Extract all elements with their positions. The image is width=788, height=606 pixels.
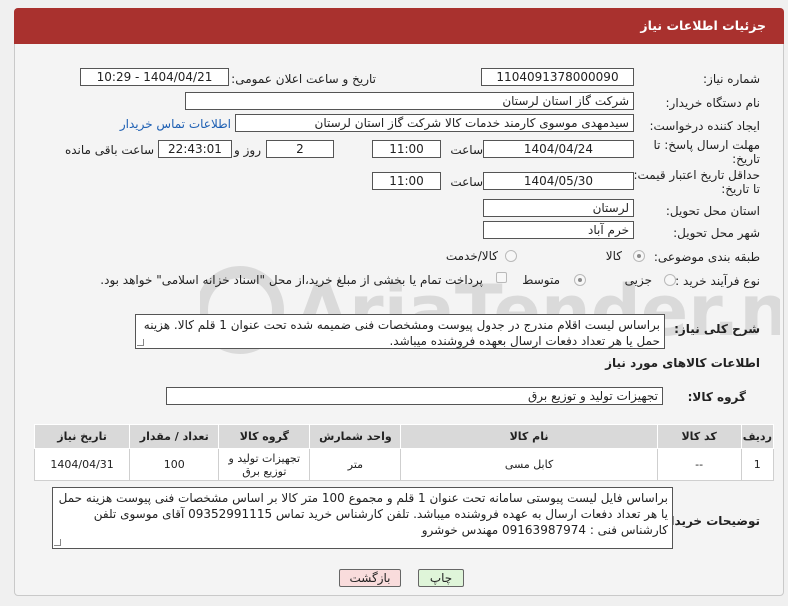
buyer-org-field: شرکت گاز استان لرستان [185, 92, 634, 110]
price-validity-label-1: حداقل تاریخ اعتبار قیمت: [633, 168, 760, 182]
col-row-number: ردیف [740, 424, 775, 449]
cell-item-group: تجهیزات تولید و توزیع برق [218, 448, 311, 481]
process-minor-label: جزیی [624, 273, 652, 287]
buyer-notes-resize-handle[interactable] [54, 539, 61, 546]
back-button[interactable]: بازگشت [339, 569, 401, 587]
requester-label: ایجاد کننده درخواست: [649, 119, 760, 133]
price-validity-date-field: 1404/05/30 [483, 172, 634, 190]
goods-group-label: گروه کالا: [687, 390, 746, 404]
category-label: طبقه بندی موضوعی: [653, 250, 760, 264]
description-resize-handle[interactable] [137, 339, 144, 346]
process-minor-radio[interactable] [664, 274, 676, 286]
need-number-label: شماره نیاز: [703, 72, 760, 86]
col-unit: واحد شمارش [309, 424, 402, 449]
description-textarea: براساس لیست اقلام مندرج در جدول پیوست وم… [135, 314, 665, 349]
delivery-city-label: شهر محل تحویل: [673, 226, 760, 240]
category-goods-service-radio[interactable] [505, 250, 517, 262]
header-bar: جزئیات اطلاعات نیاز [14, 8, 784, 44]
category-goods-service-label: کالا/خدمت [445, 249, 498, 263]
response-deadline-label-1: مهلت ارسال پاسخ: تا [653, 138, 760, 152]
cell-item-code: -- [656, 448, 742, 481]
buyer-org-label: نام دستگاه خریدار: [665, 96, 761, 110]
price-validity-label-2: تا تاریخ: [721, 182, 760, 196]
cell-need-date: 1404/04/31 [33, 448, 131, 481]
col-need-date: تاریخ نیاز [33, 424, 131, 449]
print-button[interactable]: چاپ [418, 569, 464, 587]
treasury-bonds-note: پرداخت تمام یا بخشی از مبلغ خرید،از محل … [100, 273, 483, 287]
buyer-contact-link[interactable]: اطلاعات تماس خریدار [120, 117, 231, 131]
response-date-field: 1404/04/24 [483, 140, 634, 158]
requester-field: سیدمهدی موسوی کارمند خدمات کالا شرکت گاز… [235, 114, 634, 132]
process-medium-label: متوسط [522, 273, 560, 287]
delivery-city-field: خرم آباد [483, 221, 634, 239]
col-quantity: تعداد / مقدار [129, 424, 220, 449]
goods-info-title: اطلاعات کالاهای مورد نیاز [605, 356, 760, 370]
buyer-notes-label: توضیحات خریدار: [658, 514, 760, 528]
price-validity-time-field: 11:00 [372, 172, 441, 190]
remaining-time-label: ساعت باقی مانده [64, 143, 154, 157]
days-label: روز و [234, 143, 261, 157]
delivery-province-label: استان محل تحویل: [665, 204, 760, 218]
remaining-time-field: 22:43:01 [158, 140, 232, 158]
buyer-notes-textarea: براساس فایل لیست پیوستی سامانه تحت عنوان… [52, 487, 673, 549]
col-item-code: کد کالا [656, 424, 742, 449]
announce-datetime-label: تاریخ و ساعت اعلان عمومی: [231, 72, 376, 86]
response-deadline-label-2: تاریخ: [732, 152, 760, 166]
need-number-field: 1104091378000090 [481, 68, 634, 86]
col-item-group: گروه کالا [218, 424, 311, 449]
remaining-days-field: 2 [266, 140, 334, 158]
goods-table: ردیف کد کالا نام کالا واحد شمارش گروه کا… [33, 424, 775, 481]
col-item-name: نام کالا [400, 424, 658, 449]
category-goods-radio[interactable] [633, 250, 645, 262]
table-header-row: ردیف کد کالا نام کالا واحد شمارش گروه کا… [33, 424, 775, 449]
page-title: جزئیات اطلاعات نیاز [640, 18, 766, 33]
response-time-label: ساعت [450, 143, 483, 157]
description-label: شرح کلی نیاز: [674, 322, 760, 336]
table-row: 1 -- کابل مسی متر تجهیزات تولید و توزیع … [33, 448, 775, 481]
treasury-bonds-checkbox[interactable] [496, 272, 507, 283]
goods-group-field: تجهیزات تولید و توزیع برق [166, 387, 663, 405]
cell-row-number: 1 [740, 448, 775, 481]
cell-item-name: کابل مسی [400, 448, 658, 481]
cell-quantity: 100 [129, 448, 220, 481]
purchase-process-label: نوع فرآیند خرید : [675, 274, 760, 288]
announce-datetime-field: 1404/04/21 - 10:29 [80, 68, 229, 86]
process-medium-radio[interactable] [574, 274, 586, 286]
response-time-field: 11:00 [372, 140, 441, 158]
price-validity-time-label: ساعت [450, 175, 483, 189]
category-goods-label: کالا [605, 249, 622, 263]
delivery-province-field: لرستان [483, 199, 634, 217]
cell-unit: متر [309, 448, 402, 481]
